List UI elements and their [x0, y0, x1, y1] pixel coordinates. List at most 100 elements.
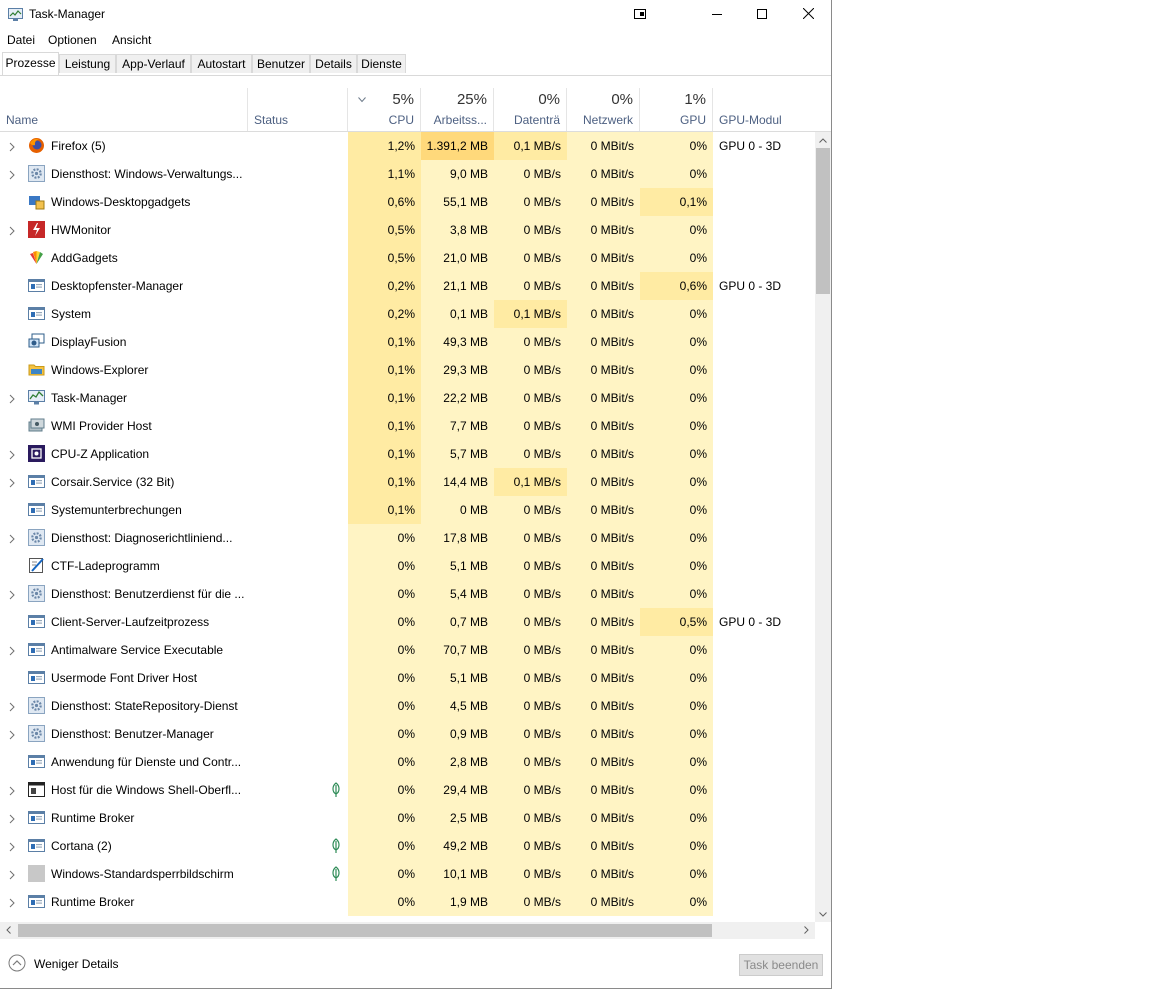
process-row[interactable]: Windows-Desktopgadgets 0,6% 55,1 MB 0 MB/s 0… [0, 188, 815, 216]
process-row[interactable]: Cortana (2) 0% 49,2 MB 0 MB/s 0 MBit/s 0% [0, 832, 815, 860]
process-row[interactable]: Windows-Standardsperrbildschirm 0% 10,1 MB… [0, 860, 815, 888]
process-name: Runtime Broker [51, 811, 135, 825]
process-row[interactable]: Desktopfenster-Manager 0,2% 21,1 MB 0 MB/s 0… [0, 272, 815, 300]
process-row[interactable]: Runtime Broker 0% 1,9 MB 0 MB/s 0 MBit/s 0% [0, 888, 815, 916]
process-row[interactable]: Corsair.Service (32 Bit) 0,1% 14,4 MB 0,1 M… [0, 468, 815, 496]
network-cell: 0 MBit/s [567, 832, 640, 860]
column-gpu[interactable]: 1% GPU [640, 88, 713, 131]
column-disk[interactable]: 0% Datenträ [494, 88, 567, 131]
menu-datei[interactable]: Datei [7, 33, 35, 47]
column-network[interactable]: 0% Netzwerk [567, 88, 640, 131]
gpu-engine-cell: GPU 0 - 3D [719, 279, 782, 293]
process-row[interactable]: HWMonitor 0,5% 3,8 MB 0 MB/s 0 MBit/s 0% [0, 216, 815, 244]
process-row[interactable]: Firefox (5) 1,2% 1.391,2 MB 0,1 MB/s 0 MBit/… [0, 132, 815, 160]
end-task-button[interactable]: Task beenden [739, 954, 823, 976]
gpu-cell: 0% [640, 356, 713, 384]
expand-chevron-right-icon[interactable] [8, 729, 16, 740]
vertical-scrollbar[interactable] [815, 132, 831, 922]
expand-chevron-right-icon[interactable] [8, 533, 16, 544]
fewer-details-link[interactable]: Weniger Details [34, 957, 118, 971]
expand-chevron-right-icon[interactable] [8, 701, 16, 712]
tab-dienste[interactable]: Dienste [357, 54, 406, 73]
scroll-down-icon[interactable] [815, 906, 831, 922]
tab-prozesse[interactable]: Prozesse [2, 52, 59, 75]
disk-cell: 0 MB/s [494, 524, 567, 552]
process-row[interactable]: CPU-Z Application 0,1% 5,7 MB 0 MB/s 0 MBit/… [0, 440, 815, 468]
horizontal-scrollbar[interactable] [0, 922, 815, 939]
process-row[interactable]: WMI Provider Host 0,1% 7,7 MB 0 MB/s 0 MBit/… [0, 412, 815, 440]
process-row[interactable]: AddGadgets 0,5% 21,0 MB 0 MB/s 0 MBit/s 0% [0, 244, 815, 272]
horizontal-scroll-thumb[interactable] [18, 924, 712, 937]
cpu-cell: 0,1% [348, 384, 421, 412]
restore-tab-button[interactable] [617, 0, 663, 30]
gear-icon [28, 529, 45, 546]
process-row[interactable]: Diensthost: Benutzer-Manager 0% 0,9 MB 0 MB… [0, 720, 815, 748]
cpu-cell: 0% [348, 804, 421, 832]
gpu-cell: 0% [640, 300, 713, 328]
process-row[interactable]: Diensthost: StateRepository-Dienst 0% 4,5 … [0, 692, 815, 720]
network-cell: 0 MBit/s [567, 552, 640, 580]
folder-icon [28, 361, 45, 378]
process-row[interactable]: Task-Manager 0,1% 22,2 MB 0 MB/s 0 MBit/s 0% [0, 384, 815, 412]
expand-chevron-right-icon[interactable] [8, 225, 16, 236]
column-memory[interactable]: 25% Arbeitss... [421, 88, 494, 131]
column-gpu-engine[interactable]: GPU-Modul [713, 88, 815, 131]
gpu-total: 1% [684, 91, 706, 108]
process-row[interactable]: Systemunterbrechungen 0,1% 0 MB 0 MB/s 0 MBi… [0, 496, 815, 524]
chevron-up-circle-icon[interactable] [8, 954, 26, 972]
process-row[interactable]: Runtime Broker 0% 2,5 MB 0 MB/s 0 MBit/s 0% [0, 804, 815, 832]
minimize-button[interactable] [694, 0, 740, 30]
window-icon [28, 837, 45, 854]
disk-cell: 0 MB/s [494, 636, 567, 664]
menu-optionen[interactable]: Optionen [48, 33, 97, 47]
column-name[interactable]: Name [0, 88, 248, 131]
process-row[interactable]: DisplayFusion 0,1% 49,3 MB 0 MB/s 0 MBit/s 0% [0, 328, 815, 356]
process-row[interactable]: Diensthost: Windows-Verwaltungs... 1,1% 9,… [0, 160, 815, 188]
vertical-scroll-thumb[interactable] [816, 148, 830, 294]
process-row[interactable]: CTF-Ladeprogramm 0% 5,1 MB 0 MB/s 0 MBit/s 0% [0, 552, 815, 580]
process-row[interactable]: Usermode Font Driver Host 0% 5,1 MB 0 MB/s 0… [0, 664, 815, 692]
disk-cell: 0 MB/s [494, 692, 567, 720]
restore-icon [634, 8, 646, 22]
menu-ansicht[interactable]: Ansicht [112, 33, 151, 47]
expand-chevron-right-icon[interactable] [8, 897, 16, 908]
expand-chevron-right-icon[interactable] [8, 645, 16, 656]
expand-chevron-right-icon[interactable] [8, 393, 16, 404]
gpu-engine-cell: GPU 0 - 3D [719, 615, 782, 629]
expand-chevron-right-icon[interactable] [8, 477, 16, 488]
expand-chevron-right-icon[interactable] [8, 869, 16, 880]
expand-chevron-right-icon[interactable] [8, 813, 16, 824]
tab-autostart[interactable]: Autostart [191, 54, 252, 73]
memory-cell: 21,0 MB [421, 244, 494, 272]
scroll-right-icon[interactable] [798, 922, 814, 938]
maximize-button[interactable] [739, 0, 785, 30]
scroll-up-icon[interactable] [815, 132, 831, 148]
scroll-left-icon[interactable] [0, 922, 16, 938]
process-row[interactable]: System 0,2% 0,1 MB 0,1 MB/s 0 MBit/s 0% [0, 300, 815, 328]
expand-chevron-right-icon[interactable] [8, 841, 16, 852]
process-row[interactable]: Diensthost: Diagnoserichtliniend... 0% 17,… [0, 524, 815, 552]
tab-details[interactable]: Details [310, 54, 357, 73]
close-button[interactable] [785, 0, 831, 30]
process-name: HWMonitor [51, 223, 112, 237]
process-row[interactable]: Diensthost: Benutzerdienst für die ... 0%… [0, 580, 815, 608]
process-row[interactable]: Anwendung für Dienste und Contr... 0% 2,8 … [0, 748, 815, 776]
cpu-total: 5% [392, 91, 414, 108]
tab-app-verlauf[interactable]: App-Verlauf [116, 54, 191, 73]
expand-chevron-right-icon[interactable] [8, 141, 16, 152]
column-status[interactable]: Status [248, 88, 348, 131]
process-row[interactable]: Antimalware Service Executable 0% 70,7 MB 0… [0, 636, 815, 664]
expand-chevron-right-icon[interactable] [8, 449, 16, 460]
process-row[interactable]: Windows-Explorer 0,1% 29,3 MB 0 MB/s 0 MBit/… [0, 356, 815, 384]
network-total: 0% [611, 91, 633, 108]
expand-chevron-right-icon[interactable] [8, 785, 16, 796]
expand-chevron-right-icon[interactable] [8, 169, 16, 180]
expand-chevron-right-icon[interactable] [8, 589, 16, 600]
disk-cell: 0 MB/s [494, 160, 567, 188]
process-row[interactable]: Client-Server-Laufzeitprozess 0% 0,7 MB 0 M… [0, 608, 815, 636]
minimize-icon [712, 8, 722, 22]
gpu-cell: 0% [640, 580, 713, 608]
process-row[interactable]: Host für die Windows Shell-Oberfl... 0% 29… [0, 776, 815, 804]
tab-benutzer[interactable]: Benutzer [252, 54, 310, 73]
tab-leistung[interactable]: Leistung [59, 54, 116, 73]
